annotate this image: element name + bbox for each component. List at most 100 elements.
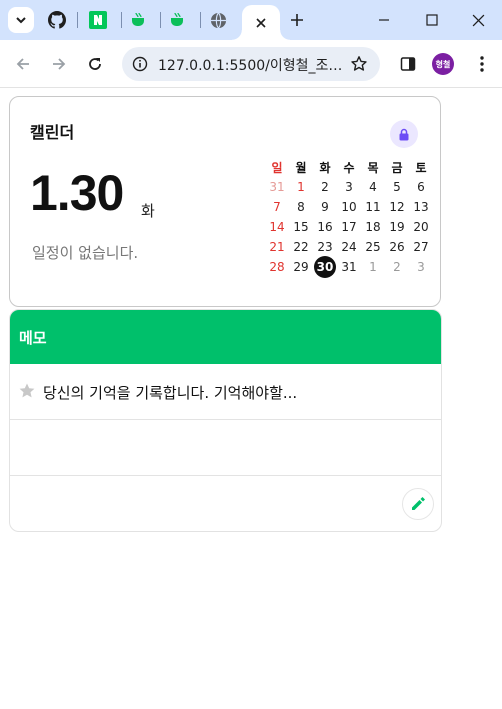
chevron-down-icon [16,17,26,24]
calendar-day[interactable]: 11 [361,197,385,217]
tab-globe[interactable] [208,10,228,30]
calendar-day[interactable]: 22 [289,237,313,257]
calendar-day[interactable]: 31 [265,177,289,197]
close-icon[interactable] [255,17,267,29]
calendar-week: 28 29 30 31 1 2 3 [265,256,433,278]
calendar-day[interactable]: 6 [409,177,433,197]
calendar-week: 14 15 16 17 18 19 20 [265,217,433,237]
plus-icon [291,14,303,26]
pencil-icon [412,497,425,510]
address-bar[interactable]: 127.0.0.1:5500/이형철_조별... [122,47,380,81]
side-panel-icon [400,57,416,71]
memo-item[interactable]: 당신의 기억을 기록합니다. 기억해야할... [10,364,441,420]
calendar-day[interactable]: 24 [337,237,361,257]
close-window-button[interactable] [464,6,492,34]
calendar-day[interactable]: 31 [337,257,361,277]
calendar-day[interactable]: 21 [265,237,289,257]
lock-icon [399,128,409,140]
tab-separator [160,12,161,28]
calendar-day[interactable]: 23 [313,237,337,257]
edit-memo-button[interactable] [402,488,434,520]
calendar-day[interactable]: 4 [361,177,385,197]
calendar-day[interactable]: 13 [409,197,433,217]
memo-item-text: 당신의 기억을 기록합니다. 기억해야할... [43,384,298,402]
minimize-button[interactable] [370,6,398,34]
calendar-day[interactable]: 18 [361,217,385,237]
browser-toolbar: 127.0.0.1:5500/이형철_조별... 형철 [0,40,502,88]
star-outline-icon [351,56,367,71]
tab-cup-2[interactable] [168,10,188,30]
calendar-day[interactable]: 1 [361,257,385,277]
side-panel-button[interactable] [396,52,420,76]
weekday-fri: 금 [391,160,403,175]
calendar-day[interactable]: 2 [385,257,409,277]
calendar-day[interactable]: 16 [313,217,337,237]
memo-header: 메모 [10,310,441,364]
active-tab[interactable] [232,5,290,40]
calendar-day[interactable]: 3 [409,257,433,277]
url-text[interactable]: 127.0.0.1:5500/이형철_조별... [158,55,344,75]
weekday-tue: 화 [319,160,331,175]
profile-avatar[interactable]: 형철 [432,53,454,75]
calendar-week: 7 8 9 10 11 12 13 [265,197,433,217]
back-button[interactable] [11,52,35,76]
calendar-day[interactable]: 12 [385,197,409,217]
calendar-day[interactable]: 1 [289,177,313,197]
reload-button[interactable] [83,52,107,76]
memo-item-empty[interactable] [10,420,441,476]
no-events-message: 일정이 없습니다. [32,244,139,262]
calendar-day[interactable]: 25 [361,237,385,257]
calendar-card: 캘린더 1.30 화 일정이 없습니다. 일 월 화 수 목 금 토 31 1 … [9,96,441,307]
reload-icon [89,58,101,70]
calendar-day[interactable]: 2 [313,177,337,197]
calendar-day[interactable]: 14 [265,217,289,237]
site-info-button[interactable] [130,54,150,74]
calendar-day[interactable]: 7 [265,197,289,217]
calendar-day[interactable]: 27 [409,237,433,257]
naver-icon [89,11,107,29]
calendar-title: 캘린더 [30,123,75,142]
calendar-day[interactable]: 5 [385,177,409,197]
calendar-day[interactable]: 28 [265,257,289,277]
cup-icon [171,12,183,26]
calendar-day-today[interactable]: 30 [313,256,337,278]
tab-github[interactable] [47,10,67,30]
calendar-day[interactable]: 19 [385,217,409,237]
weekday-sat: 토 [415,160,427,175]
arrow-left-icon [16,58,29,70]
bookmark-button[interactable] [348,53,370,75]
github-icon [48,11,66,29]
info-icon [132,56,148,72]
calendar-day[interactable]: 3 [337,177,361,197]
tab-search-button[interactable] [8,7,34,33]
star-icon[interactable] [18,382,36,400]
tab-strip [0,0,502,40]
minimize-icon [379,19,389,21]
tab-cup-1[interactable] [129,10,149,30]
memo-title: 메모 [19,329,47,347]
browser-menu-button[interactable] [470,52,494,76]
forward-button[interactable] [47,52,71,76]
calendar-week: 21 22 23 24 25 26 27 [265,237,433,257]
tab-separator [200,12,201,28]
calendar-day[interactable]: 20 [409,217,433,237]
selected-date: 1.30 [30,165,124,221]
calendar-day[interactable]: 9 [313,197,337,217]
today-marker: 30 [314,256,336,278]
more-vert-icon [480,56,484,72]
weekday-wed: 수 [343,160,355,175]
calendar-day[interactable]: 15 [289,217,313,237]
globe-icon [210,12,226,28]
weekday-mon: 월 [295,160,307,175]
calendar-day[interactable]: 29 [289,257,313,277]
weekday-thu: 목 [367,160,379,175]
calendar-day[interactable]: 10 [337,197,361,217]
lock-button[interactable] [390,120,418,148]
tab-naver[interactable] [88,10,108,30]
calendar-day[interactable]: 17 [337,217,361,237]
memo-card: 메모 당신의 기억을 기록합니다. 기억해야할... [9,309,442,532]
maximize-button[interactable] [418,6,446,34]
calendar-day[interactable]: 26 [385,237,409,257]
new-tab-button[interactable] [286,9,308,31]
calendar-day[interactable]: 8 [289,197,313,217]
